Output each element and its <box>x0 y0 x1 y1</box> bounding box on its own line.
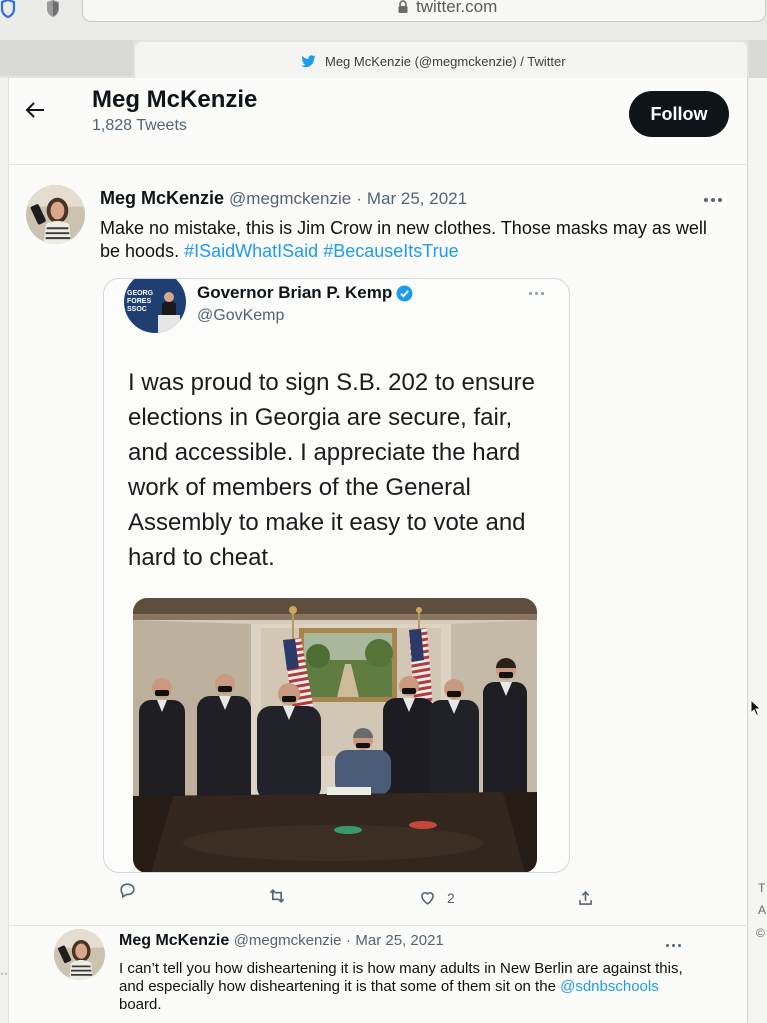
retweet-icon[interactable] <box>267 886 287 906</box>
lock-icon <box>397 0 409 14</box>
meta-separator: · <box>356 189 362 208</box>
landscape-painting <box>299 628 397 702</box>
hashtag-link[interactable]: #BecauseItsTrue <box>323 241 458 261</box>
mention-link[interactable]: @sdnbschools <box>560 978 659 995</box>
tab-inactive[interactable] <box>0 40 133 76</box>
logo-text: SSOC <box>127 306 147 313</box>
tweet-divider <box>8 925 748 926</box>
more-icon[interactable] <box>529 292 544 295</box>
quoted-avatar[interactable]: GEORG FORES SSOC <box>124 279 186 333</box>
right-sidebar-fragment: T <box>758 881 766 895</box>
logo-text: FORES <box>127 298 151 305</box>
tweet-header: Meg McKenzie @megmckenzie · Mar 25, 2021 <box>100 187 467 210</box>
tweet-photo[interactable] <box>133 598 537 872</box>
author-name[interactable]: Meg McKenzie <box>100 188 224 208</box>
tweet-count: 1,828 Tweets <box>92 117 187 134</box>
arrow-left-icon[interactable] <box>24 100 46 120</box>
quoted-text-line: work of members of the General <box>128 474 471 501</box>
twitter-bird-icon <box>300 54 317 69</box>
extension-shield-icon[interactable] <box>0 0 16 18</box>
hashtag-link[interactable]: #ISaidWhatISaid <box>184 241 318 261</box>
author-name[interactable]: Meg McKenzie <box>119 932 229 949</box>
left-sidebar-edge <box>0 78 8 1023</box>
tab-title[interactable]: Meg McKenzie (@megmckenzie) / Twitter <box>325 54 566 70</box>
quoted-text-line: Assembly to make it easy to vote and <box>128 509 526 536</box>
like-action[interactable]: 2 <box>418 888 455 907</box>
quoted-author-handle[interactable]: @GovKemp <box>197 306 284 326</box>
profile-name: Meg McKenzie <box>92 86 258 113</box>
quoted-text-line: and accessible. I appreciate the hard <box>128 439 521 466</box>
quoted-author[interactable]: Governor Brian P. Kemp <box>197 282 413 304</box>
tweet-header: Meg McKenzie @megmckenzie · Mar 25, 2021 <box>119 932 444 950</box>
logo-text: GEORG <box>127 290 154 297</box>
conference-table <box>133 787 537 872</box>
left-sidebar-fragment: ·· <box>0 966 8 980</box>
meta-separator: · <box>345 932 351 949</box>
quoted-author-name[interactable]: Governor Brian P. Kemp <box>197 282 392 304</box>
follow-button[interactable]: Follow <box>629 91 729 137</box>
quoted-tweet-text: I was proud to sign S.B. 202 to ensure e… <box>128 365 535 575</box>
right-sidebar-fragment: A <box>758 903 767 917</box>
reply-icon[interactable] <box>118 881 137 900</box>
tweet-body: board. <box>119 996 162 1013</box>
author-handle[interactable]: @megmckenzie <box>234 932 342 949</box>
like-count: 2 <box>447 889 455 906</box>
more-icon[interactable] <box>704 198 722 202</box>
verified-badge-icon <box>396 285 413 302</box>
tweet-date[interactable]: Mar 25, 2021 <box>367 189 467 208</box>
quoted-text-line: I was proud to sign S.B. 202 to ensure <box>128 369 535 396</box>
author-handle[interactable]: @megmckenzie <box>229 189 351 208</box>
url-text[interactable]: twitter.com <box>416 0 497 17</box>
tab-inactive[interactable] <box>749 40 767 78</box>
quoted-text-line: elections in Georgia are secure, fair, <box>128 404 513 431</box>
privacy-shield-icon[interactable] <box>45 0 61 18</box>
tweet-date[interactable]: Mar 25, 2021 <box>355 932 443 949</box>
quoted-text-line: hard to cheat. <box>128 544 275 571</box>
share-icon[interactable] <box>576 889 595 908</box>
avatar[interactable] <box>54 929 105 980</box>
heart-icon[interactable] <box>418 888 437 907</box>
more-icon[interactable] <box>666 944 681 947</box>
mouse-cursor-icon <box>750 699 762 717</box>
tweet-text: Make no mistake, this is Jim Crow in new… <box>100 217 720 263</box>
quoted-tweet-card[interactable]: GEORG FORES SSOC Governor Brian P. Kemp … <box>103 278 570 873</box>
tweet-text: I can’t tell you how disheartening it is… <box>119 960 691 1014</box>
header-divider <box>8 164 748 165</box>
right-sidebar-fragment: © <box>756 926 765 940</box>
avatar[interactable] <box>26 185 85 244</box>
